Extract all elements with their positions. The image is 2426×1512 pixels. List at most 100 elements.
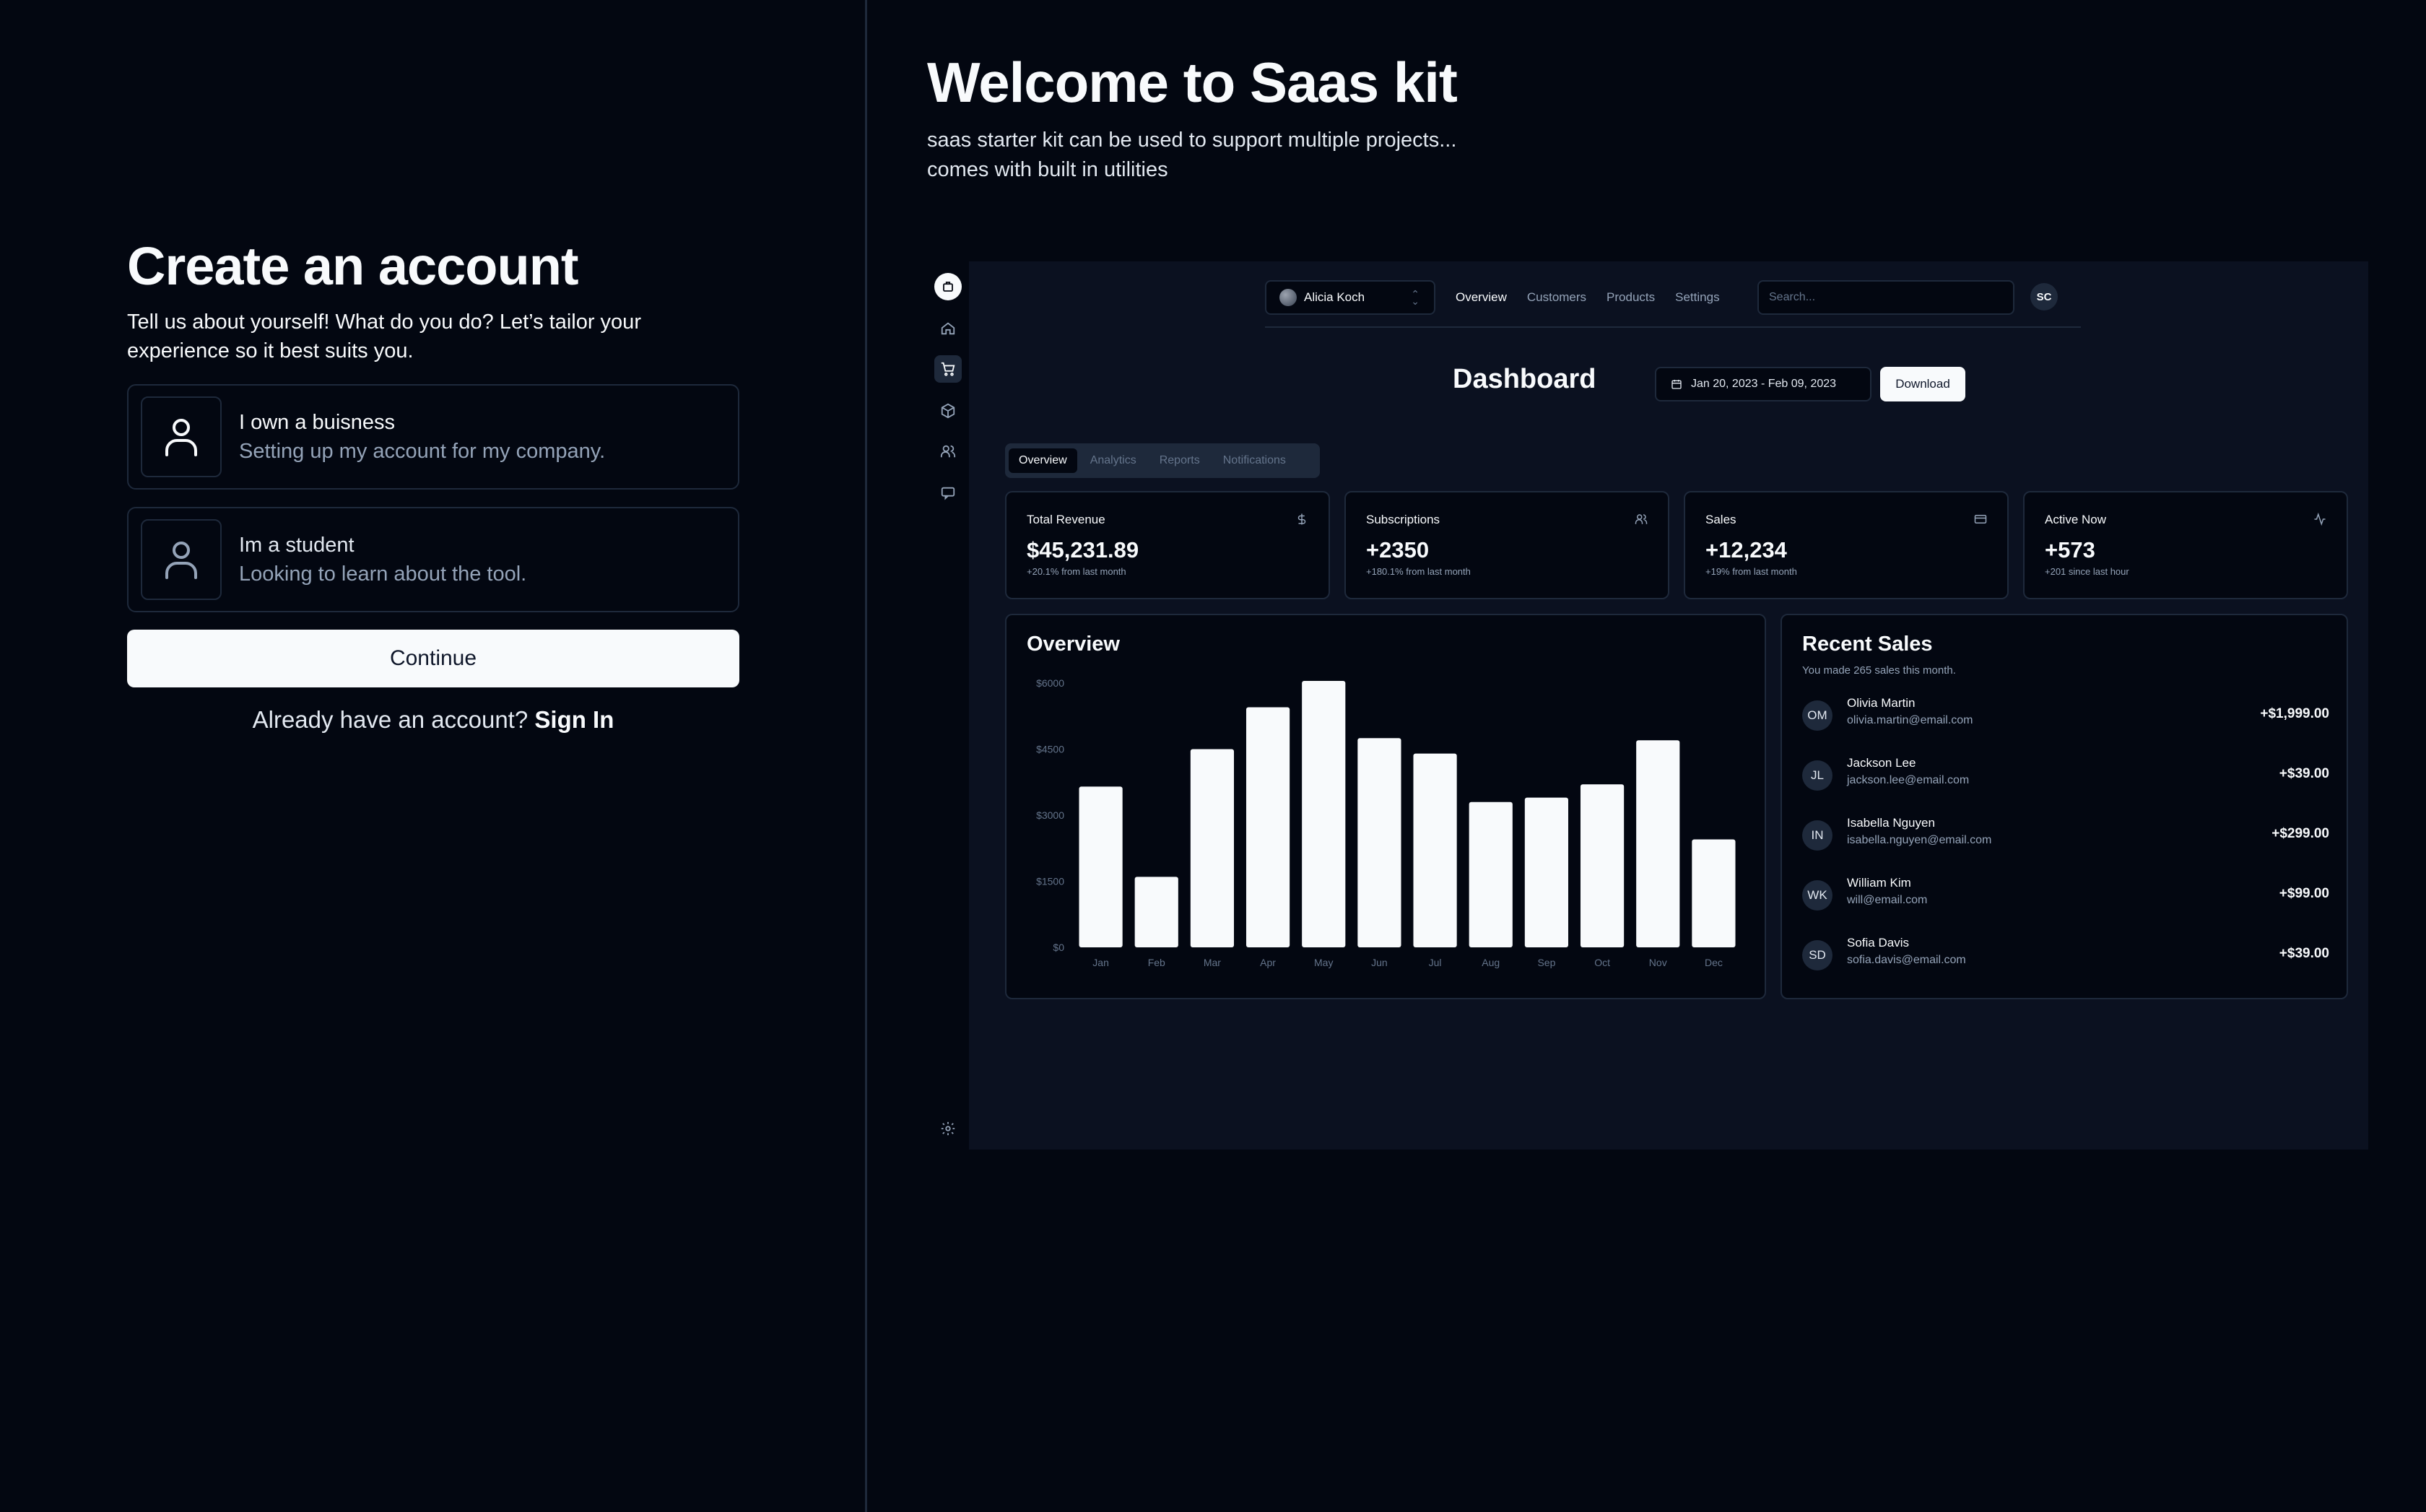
icon-rail — [927, 261, 969, 1150]
nav-settings[interactable]: Settings — [1675, 290, 1719, 305]
x-tick-label: Mar — [1204, 957, 1221, 968]
option-student[interactable]: Im a student Looking to learn about the … — [127, 507, 739, 612]
message-icon[interactable] — [934, 479, 962, 507]
stat-label: Subscriptions — [1366, 513, 1440, 526]
bar-nov — [1636, 740, 1680, 947]
bar-jul — [1413, 753, 1457, 947]
dashboard-tabs: Overview Analytics Reports Notifications — [1005, 443, 1320, 478]
x-tick-label: Aug — [1482, 957, 1500, 968]
sale-row: OM Olivia Martin olivia.martin@email.com… — [1802, 696, 2329, 732]
tab-overview[interactable]: Overview — [1009, 448, 1077, 473]
bar-apr — [1245, 707, 1290, 947]
sale-avatar: WK — [1802, 880, 1832, 911]
recent-sales-title: Recent Sales — [1802, 633, 1933, 656]
sale-name: Olivia Martin — [1847, 696, 1916, 710]
download-button[interactable]: Download — [1880, 367, 1965, 401]
x-tick-label: Oct — [1594, 957, 1610, 968]
sale-amount: +$299.00 — [2271, 826, 2329, 841]
date-range-picker[interactable]: Jan 20, 2023 - Feb 09, 2023 — [1655, 367, 1871, 401]
signin-link[interactable]: Sign In — [534, 706, 614, 733]
stat-card-subscriptions: Subscriptions +2350 +180.1% from last mo… — [1344, 491, 1669, 599]
logo-icon[interactable] — [934, 273, 962, 300]
option-subtitle: Looking to learn about the tool. — [239, 562, 527, 586]
sale-amount: +$99.00 — [2279, 886, 2329, 901]
y-tick-label: $1500 — [1036, 876, 1064, 887]
sale-name: Isabella Nguyen — [1847, 816, 1935, 830]
y-tick-label: $3000 — [1036, 809, 1064, 821]
sale-amount: +$39.00 — [2279, 946, 2329, 961]
option-title: Im a student — [239, 534, 355, 557]
nav-overview[interactable]: Overview — [1456, 290, 1507, 305]
bar-dec — [1692, 839, 1736, 947]
sale-amount: +$39.00 — [2279, 766, 2329, 781]
x-tick-label: Jul — [1429, 957, 1442, 968]
hero-subtitle-line2: comes with built in utilities — [927, 158, 1168, 181]
stat-label: Total Revenue — [1027, 513, 1105, 526]
user-icon — [141, 519, 222, 600]
hero-subtitle-line1: saas starter kit can be used to support … — [927, 129, 1457, 152]
user-avatar[interactable]: SC — [2030, 283, 2058, 310]
top-nav: Alicia Koch ⌃ ⌄ Overview Customers Produc… — [1265, 277, 2081, 328]
y-tick-label: $6000 — [1036, 677, 1064, 689]
stat-card-active: Active Now +573 +201 since last hour — [2023, 491, 2348, 599]
bar-may — [1302, 680, 1346, 947]
bar-jun — [1357, 738, 1401, 947]
sale-name: Sofia Davis — [1847, 936, 1909, 950]
signup-description: Tell us about yourself! What do you do? … — [127, 310, 641, 362]
sale-avatar: IN — [1802, 820, 1832, 851]
sale-row: SD Sofia Davis sofia.davis@email.com +$3… — [1802, 936, 2329, 972]
stat-value: +573 — [2045, 537, 2095, 562]
sale-row: JL Jackson Lee jackson.lee@email.com +$3… — [1802, 756, 2329, 792]
recent-sales-panel: Recent Sales You made 265 sales this mon… — [1781, 614, 2348, 999]
stat-note: +19% from last month — [1705, 566, 1797, 577]
nav-customers[interactable]: Customers — [1527, 290, 1586, 305]
settings-icon[interactable] — [934, 1115, 962, 1142]
activity-icon — [2314, 513, 2326, 526]
signup-form: Create an account Tell us about yourself… — [127, 234, 739, 734]
signin-row: Already have an account? Sign In — [127, 706, 739, 734]
dollar-icon — [1297, 513, 1306, 525]
x-tick-label: Nov — [1649, 957, 1667, 968]
stat-card-revenue: Total Revenue $45,231.89 +20.1% from las… — [1005, 491, 1330, 599]
cart-icon[interactable] — [934, 355, 962, 383]
tab-notifications[interactable]: Notifications — [1213, 448, 1296, 473]
tab-analytics[interactable]: Analytics — [1080, 448, 1147, 473]
option-business[interactable]: I own a buisness Setting up my account f… — [127, 384, 739, 490]
user-icon — [141, 396, 222, 477]
bar-oct — [1580, 784, 1625, 947]
search-input[interactable] — [1757, 280, 2014, 315]
recent-sales-subtitle: You made 265 sales this month. — [1802, 664, 1956, 677]
bar-jan — [1079, 786, 1123, 947]
x-tick-label: Jun — [1371, 957, 1388, 968]
sale-name: Jackson Lee — [1847, 756, 1916, 770]
main-nav: Overview Customers Products Settings — [1456, 290, 1720, 305]
package-icon[interactable] — [934, 397, 962, 425]
sale-email: jackson.lee@email.com — [1847, 774, 1970, 786]
tab-reports[interactable]: Reports — [1149, 448, 1210, 473]
hero: Welcome to Saas kit saas starter kit can… — [927, 49, 1458, 185]
team-name: Alicia Koch — [1304, 290, 1365, 304]
stat-note: +20.1% from last month — [1027, 566, 1126, 577]
stat-label: Active Now — [2045, 513, 2107, 526]
stat-cards: Total Revenue $45,231.89 +20.1% from las… — [1005, 491, 2348, 599]
dashboard-preview: Alicia Koch ⌃ ⌄ Overview Customers Produc… — [927, 261, 2371, 1150]
calendar-icon — [1671, 380, 1682, 389]
overview-bar-chart: $0 $1500 $3000 $4500 $6000 Jan Feb Mar Apr May Jun… — [1036, 677, 1736, 968]
stat-value: +2350 — [1366, 537, 1430, 562]
option-subtitle: Setting up my account for my company. — [239, 440, 606, 463]
sale-row: IN Isabella Nguyen isabella.nguyen@email… — [1802, 816, 2329, 852]
sale-avatar: SD — [1802, 940, 1832, 970]
continue-button[interactable]: Continue — [127, 630, 739, 687]
users-icon[interactable] — [934, 438, 962, 465]
x-tick-label: May — [1314, 957, 1333, 968]
option-title: I own a buisness — [239, 411, 396, 434]
team-switcher[interactable]: Alicia Koch ⌃ ⌄ — [1265, 280, 1435, 315]
home-icon[interactable] — [934, 315, 962, 342]
team-avatar — [1279, 289, 1297, 306]
stat-card-sales: Sales +12,234 +19% from last month — [1684, 491, 2009, 599]
credit-card-icon — [1974, 515, 1987, 523]
sale-amount: +$1,999.00 — [2260, 706, 2329, 721]
nav-products[interactable]: Products — [1607, 290, 1655, 305]
sale-email: sofia.davis@email.com — [1847, 954, 1966, 966]
x-tick-label: Sep — [1537, 957, 1555, 968]
